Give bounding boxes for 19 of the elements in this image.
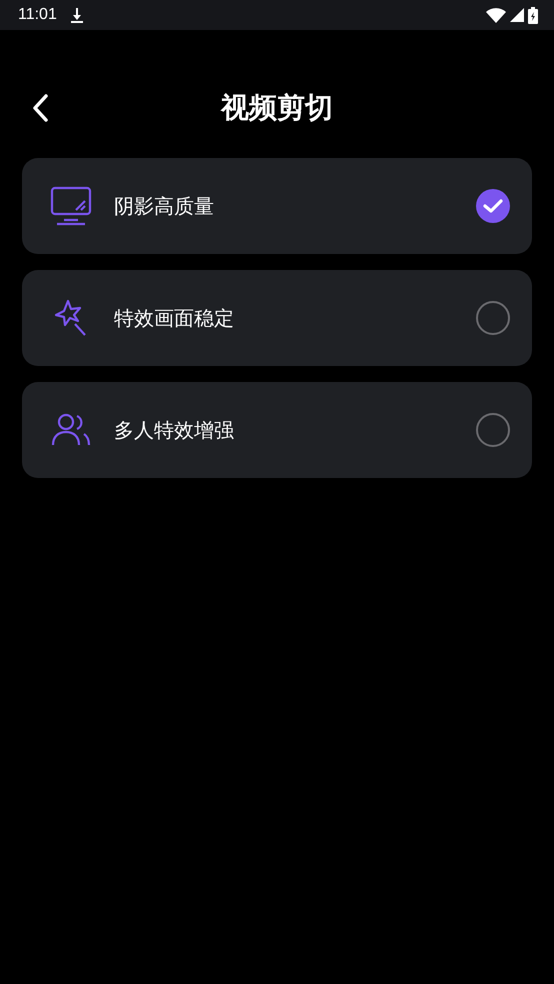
signal-icon (510, 8, 524, 22)
people-icon (51, 413, 91, 447)
option-label: 阴影高质量 (114, 192, 215, 220)
monitor-icon (50, 186, 92, 226)
check-icon (483, 198, 503, 214)
option-card[interactable]: 特效画面稳定 (22, 270, 532, 366)
option-label: 特效画面稳定 (114, 304, 235, 332)
radio-button[interactable] (476, 189, 510, 223)
radio-button[interactable] (476, 413, 510, 447)
option-card[interactable]: 多人特效增强 (22, 382, 532, 478)
option-label: 多人特效增强 (114, 416, 235, 444)
page-title: 视频剪切 (221, 90, 333, 126)
magic-wand-icon (53, 298, 89, 338)
option-card[interactable]: 阴影高质量 (22, 158, 532, 254)
status-time: 11:01 (18, 6, 57, 24)
wifi-icon (486, 8, 506, 22)
battery-icon (528, 6, 538, 24)
radio-button[interactable] (476, 301, 510, 335)
download-icon (70, 8, 83, 22)
